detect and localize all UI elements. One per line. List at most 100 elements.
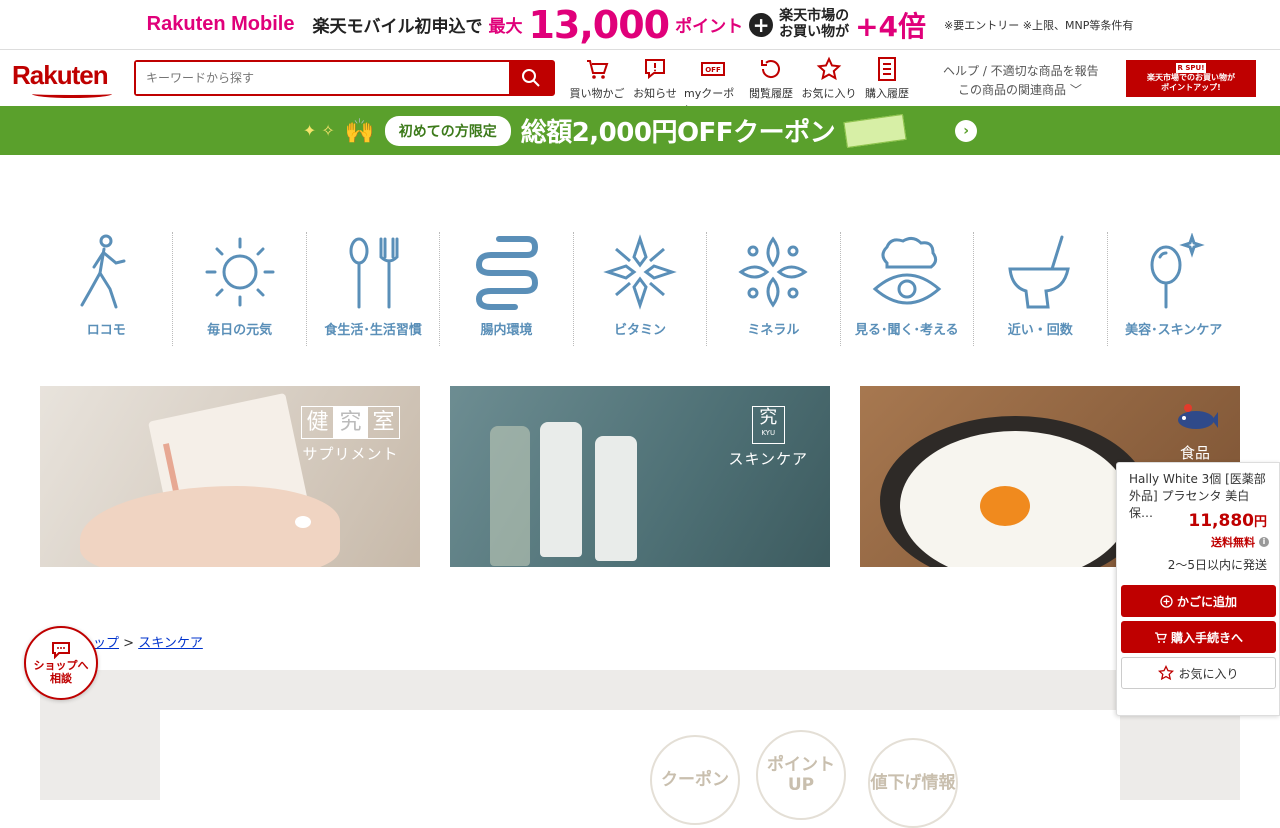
add-to-cart-label: かごに追加 [1176, 594, 1237, 609]
spu-line1: 楽天市場でのお買い物が [1147, 73, 1235, 82]
nav-history-label: 閲覧履歴 [749, 87, 793, 100]
price-drop-circle[interactable]: 値下げ情報 [868, 738, 958, 828]
coupon-icon: OFF [701, 62, 725, 76]
breadcrumb-separator: > [123, 636, 135, 651]
free-shipping-label: 送料無料 [1211, 536, 1255, 549]
related-products-link[interactable]: この商品の関連商品 ﹀ [943, 81, 1099, 100]
feature-section: クーポン ポイントUP 値下げ情報 [40, 670, 1240, 828]
add-to-cart-button[interactable]: かごに追加 [1121, 585, 1276, 617]
intestine-icon [475, 236, 538, 310]
coupon-headline: 総額2,000円OFFクーポン [520, 118, 836, 148]
cart-icon [1154, 631, 1167, 643]
kyu-tag: 究 KYU スキンケア [728, 406, 808, 469]
category-senses-label: 見る･聞く･考える [855, 323, 959, 338]
vitamin-icon [603, 234, 677, 310]
mineral-icon [738, 236, 808, 308]
plus-circle-icon [1160, 594, 1173, 608]
nav-cart-label: 買い物かご [569, 87, 625, 100]
breadcrumb-skincare[interactable]: スキンケア [138, 636, 203, 651]
search-input[interactable] [136, 62, 509, 94]
product-price-currency: 円 [1253, 515, 1267, 530]
rakuten-logo[interactable]: Rakuten [12, 60, 120, 98]
first-time-coupon-banner[interactable]: ✦ ✧ 🙌 初めての方限定 総額2,000円OFFクーポン › [0, 106, 1280, 155]
point-up-circle[interactable]: ポイントUP [756, 730, 846, 820]
promo-market-line2: お買い物が [779, 23, 850, 40]
info-icon[interactable]: i [1259, 537, 1269, 547]
help-link[interactable]: ヘルプ / 不適切な商品を報告 [943, 62, 1099, 81]
sparkle-icon: ✦ ✧ [302, 121, 335, 140]
search-bar [134, 60, 555, 96]
svg-text:OFF: OFF [705, 66, 721, 74]
tuna-icon [1178, 404, 1218, 429]
tag-char-2: 究 [334, 406, 367, 439]
category-locomo[interactable]: ロコモ [40, 232, 174, 346]
category-gut-label: 腸内環境 [480, 323, 533, 338]
promo-points: 13,000 [528, 2, 670, 47]
nav-purchase-history-label: 購入履歴 [865, 87, 909, 100]
contact-shop-button[interactable]: ショップへ 相談 [24, 626, 98, 700]
category-beauty[interactable]: 美容･スキンケア [1108, 232, 1240, 346]
nav-favorite-label: お気に入り [801, 87, 857, 100]
banknote-icon [843, 113, 907, 148]
spoon-fork-icon [349, 237, 399, 309]
category-nav: ロコモ 毎日の元気 食生活･生活習慣 腸内環境 ビタミン ミネラル 見る･聞く･… [40, 232, 1240, 346]
favorite-label: お気に入り [1178, 666, 1239, 681]
category-vitamin-label: ビタミン [613, 323, 666, 338]
spu-banner[interactable]: R SPU! 楽天市場でのお買い物が ポイントアップ! [1126, 60, 1256, 97]
product-price: 11,880円 [1188, 511, 1267, 531]
category-diet-lifestyle-label: 食生活･生活習慣 [324, 323, 422, 338]
brand-banners: 健 究 室 サプリメント 究 KYU スキンケア 食品 [40, 386, 1240, 567]
category-frequency[interactable]: 近い・回数 [974, 232, 1108, 346]
category-daily-energy[interactable]: 毎日の元気 [173, 232, 307, 346]
category-locomo-label: ロコモ [86, 323, 126, 338]
contact-shop-label-1: ショップへ [33, 659, 89, 672]
category-daily-energy-label: 毎日の元気 [207, 323, 273, 338]
people-illustration-icon: 🙌 [344, 116, 375, 145]
pill-image [295, 516, 311, 528]
promo-points-unit: ポイント [675, 17, 744, 37]
receipt-icon [878, 57, 896, 81]
chevron-right-icon[interactable]: › [955, 119, 978, 142]
category-senses[interactable]: 見る･聞く･考える [841, 232, 975, 346]
contact-shop-label-2: 相談 [50, 672, 72, 685]
category-vitamin[interactable]: ビタミン [574, 232, 708, 346]
chat-bubble-icon [52, 642, 70, 659]
rakuten-mobile-logo: Rakuten Mobile [146, 13, 295, 35]
brain-eye-icon [872, 236, 942, 305]
checkout-label: 購入手続きへ [1170, 630, 1243, 645]
egg-yolk-image [980, 486, 1030, 526]
promo-max-label: 最大 [488, 17, 523, 37]
checkout-button[interactable]: 購入手続きへ [1121, 621, 1276, 653]
category-diet-lifestyle[interactable]: 食生活･生活習慣 [307, 232, 441, 346]
supplement-banner[interactable]: 健 究 室 サプリメント [40, 386, 420, 567]
notice-icon [645, 59, 665, 80]
tag-char-1: 健 [301, 406, 334, 439]
category-mineral-label: ミネラル [747, 323, 800, 338]
coupon-circle[interactable]: クーポン [650, 735, 740, 825]
skincare-banner[interactable]: 究 KYU スキンケア [450, 386, 830, 567]
category-beauty-label: 美容･スキンケア [1125, 323, 1223, 338]
kyu-char: 究 [759, 407, 778, 428]
category-gut[interactable]: 腸内環境 [440, 232, 574, 346]
plus-icon: + [749, 12, 774, 37]
bottle-image [490, 426, 530, 566]
promo-banner[interactable]: Rakuten Mobile 楽天モバイル初申込で 最大 13,000 ポイント… [0, 0, 1280, 50]
history-icon [761, 60, 780, 78]
promo-market-text: 楽天市場の お買い物が [779, 8, 850, 40]
promo-lead: 楽天モバイル初申込で [312, 17, 483, 37]
star-icon [1158, 665, 1175, 681]
chevron-down-icon: ﹀ [1069, 83, 1082, 97]
site-header: Rakuten 買い物かご お知らせ OFF myクーポン 閲覧履歴 [0, 50, 1280, 116]
spu-line2: ポイントアップ! [1161, 83, 1221, 92]
food-label: 食品 [1179, 444, 1210, 462]
promo-multiplier: +4倍 [855, 9, 927, 43]
logo-swoosh-icon [32, 90, 112, 98]
search-button[interactable] [509, 62, 553, 94]
breadcrumb: トップ > スキンケア [80, 632, 203, 651]
favorite-button[interactable]: お気に入り [1121, 657, 1276, 689]
category-mineral[interactable]: ミネラル [707, 232, 841, 346]
sun-icon [205, 237, 275, 307]
tag-char-3: 室 [367, 406, 400, 439]
promo-note: ※要エントリー ※上限、MNP等条件有 [944, 18, 1134, 32]
rakuten-logo-text: Rakuten [12, 60, 109, 90]
